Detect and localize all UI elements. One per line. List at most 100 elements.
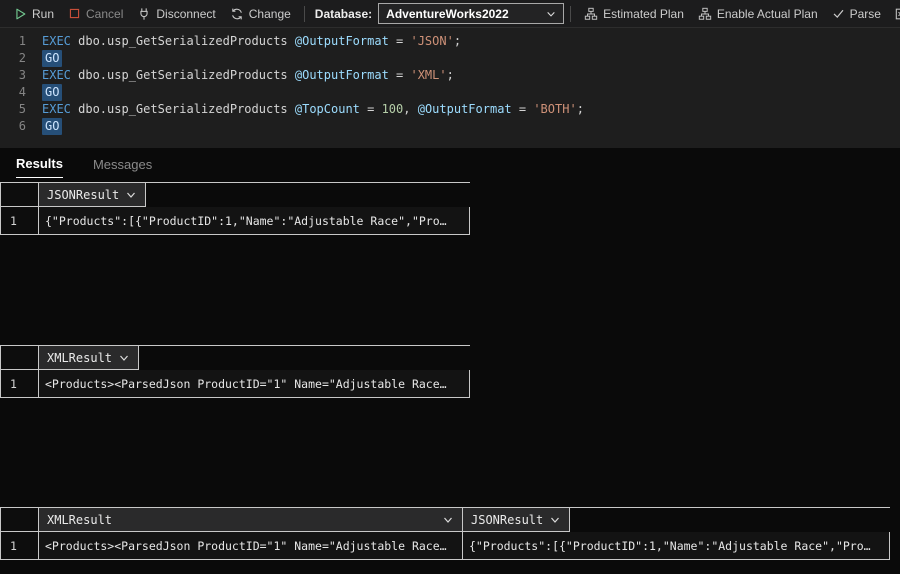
code-token: EXEC xyxy=(42,34,79,48)
code-token: @OutputFormat xyxy=(294,34,397,48)
line-number: 1 xyxy=(18,34,26,48)
estimated-plan-label: Estimated Plan xyxy=(603,6,684,21)
code-token: 100 xyxy=(381,102,404,116)
code-token: 'JSON' xyxy=(410,34,454,48)
chevron-down-icon[interactable] xyxy=(436,514,454,526)
column-header-label: XMLResult xyxy=(47,350,113,365)
row-number-cell[interactable]: 1 xyxy=(1,370,39,398)
result-grids-area: JSONResult 1 {"Products":[{"ProductID":1… xyxy=(0,178,900,574)
code-line: 2 GO xyxy=(0,50,900,67)
code-token: ; xyxy=(453,34,462,48)
result-cell-xml[interactable]: <Products><ParsedJson ProductID="1" Name… xyxy=(39,370,470,398)
code-token: dbo.usp_GetSerializedProducts xyxy=(78,34,295,48)
estimated-plan-button[interactable]: Estimated Plan xyxy=(577,3,691,25)
column-header-jsonresult[interactable]: JSONResult xyxy=(463,508,571,532)
chevron-down-icon[interactable] xyxy=(119,189,137,201)
column-header-xmlresult[interactable]: XMLResult xyxy=(39,346,140,370)
database-dropdown-value: AdventureWorks2022 xyxy=(386,6,509,21)
toolbar-separator xyxy=(303,5,305,22)
terminal-icon xyxy=(895,7,900,21)
run-icon xyxy=(13,7,27,21)
enable-actual-plan-label: Enable Actual Plan xyxy=(716,6,818,21)
tab-messages[interactable]: Messages xyxy=(93,157,152,178)
column-header-xmlresult[interactable]: XMLResult xyxy=(39,508,463,532)
column-header-label: XMLResult xyxy=(47,512,113,527)
go-batch-separator: GO xyxy=(42,84,63,101)
code-token: = xyxy=(396,68,411,82)
result-cell-json[interactable]: {"Products":[{"ProductID":1,"Name":"Adju… xyxy=(463,532,890,560)
grid-corner-cell[interactable] xyxy=(1,508,39,532)
code-token: dbo.usp_GetSerializedProducts xyxy=(78,68,295,82)
sql-editor[interactable]: 1 EXEC dbo.usp_GetSerializedProducts @Ou… xyxy=(0,28,900,148)
code-token: ; xyxy=(446,68,454,82)
grid-data-row: 1 {"Products":[{"ProductID":1,"Name":"Ad… xyxy=(1,207,470,235)
chevron-down-icon xyxy=(546,9,556,19)
grid-header-row: JSONResult xyxy=(1,183,470,207)
run-label: Run xyxy=(32,6,55,21)
chevron-down-icon[interactable] xyxy=(543,514,561,526)
code-line: 4 GO xyxy=(0,84,900,101)
line-number: 4 xyxy=(18,85,26,99)
parse-label: Parse xyxy=(849,6,881,21)
row-number-cell[interactable]: 1 xyxy=(1,207,39,235)
code-line: 1 EXEC dbo.usp_GetSerializedProducts @Ou… xyxy=(0,33,900,50)
line-number: 3 xyxy=(18,68,26,82)
code-token: ; xyxy=(576,102,584,116)
code-token: , xyxy=(403,102,418,116)
go-batch-separator: GO xyxy=(42,50,63,67)
results-tabbar: Results Messages xyxy=(0,148,900,178)
query-editor-window: Run Cancel Disconnect Change Database: A… xyxy=(0,0,900,574)
parse-button[interactable]: Parse xyxy=(825,3,888,25)
results-pane: Results Messages JSONResult 1 {"Products… xyxy=(0,148,900,574)
code-token: 'XML' xyxy=(410,68,447,82)
code-line: 3 EXEC dbo.usp_GetSerializedProducts @Ou… xyxy=(0,67,900,84)
change-connection-button[interactable]: Change xyxy=(223,3,298,25)
column-header-label: JSONResult xyxy=(471,512,544,527)
code-token: 'BOTH' xyxy=(533,102,577,116)
result-cell-json[interactable]: {"Products":[{"ProductID":1,"Name":"Adju… xyxy=(39,207,470,235)
row-number-cell[interactable]: 1 xyxy=(1,532,39,560)
database-dropdown[interactable]: AdventureWorks2022 xyxy=(378,3,565,24)
toolbar-separator xyxy=(570,5,572,22)
code-token: dbo.usp_GetSerializedProducts xyxy=(78,102,295,116)
grid-header-row: XMLResult JSONResult xyxy=(1,508,890,532)
query-toolbar: Run Cancel Disconnect Change Database: A… xyxy=(0,0,900,28)
code-token: @OutputFormat xyxy=(294,68,397,82)
line-number: 5 xyxy=(18,102,26,116)
result-grid-json: JSONResult 1 {"Products":[{"ProductID":1… xyxy=(0,182,470,235)
plug-icon xyxy=(137,7,151,21)
code-line: 6 GO xyxy=(0,118,900,135)
grid-data-row: 1 <Products><ParsedJson ProductID="1" Na… xyxy=(1,370,470,398)
grid-data-row: 1 <Products><ParsedJson ProductID="1" Na… xyxy=(1,532,890,560)
code-token: @TopCount xyxy=(294,102,368,116)
enable-actual-plan-button[interactable]: Enable Actual Plan xyxy=(691,3,825,25)
grid-corner-cell[interactable] xyxy=(1,183,39,207)
disconnect-button[interactable]: Disconnect xyxy=(130,3,222,25)
code-line: 5 EXEC dbo.usp_GetSerializedProducts @To… xyxy=(0,101,900,118)
run-button[interactable]: Run xyxy=(6,3,61,25)
result-grid-xml: XMLResult 1 <Products><ParsedJson Produc… xyxy=(0,345,470,398)
code-token: @OutputFormat xyxy=(417,102,519,116)
code-token: = xyxy=(518,102,534,116)
actual-plan-icon xyxy=(698,7,712,21)
database-label: Database: xyxy=(314,6,373,21)
checkmark-icon xyxy=(832,7,845,20)
cancel-label: Cancel xyxy=(86,6,124,21)
column-header-jsonresult[interactable]: JSONResult xyxy=(39,183,147,207)
code-token: EXEC xyxy=(42,68,79,82)
enable-sqlcmd-button[interactable]: Enable SQLCMD xyxy=(888,3,900,25)
result-grid-both: XMLResult JSONResult 1 <Products><Parsed… xyxy=(0,507,890,560)
grid-header-row: XMLResult xyxy=(1,346,470,370)
refresh-icon xyxy=(230,7,244,21)
chevron-down-icon[interactable] xyxy=(112,352,130,364)
code-token: EXEC xyxy=(42,102,79,116)
result-cell-xml[interactable]: <Products><ParsedJson ProductID="1" Name… xyxy=(39,532,463,560)
code-token: = xyxy=(367,102,382,116)
code-token: = xyxy=(396,34,411,48)
line-number: 2 xyxy=(18,51,26,65)
tab-results[interactable]: Results xyxy=(16,156,63,178)
line-number: 6 xyxy=(18,119,26,133)
grid-corner-cell[interactable] xyxy=(1,346,39,370)
cancel-button[interactable]: Cancel xyxy=(61,3,130,25)
stop-icon xyxy=(68,7,81,20)
